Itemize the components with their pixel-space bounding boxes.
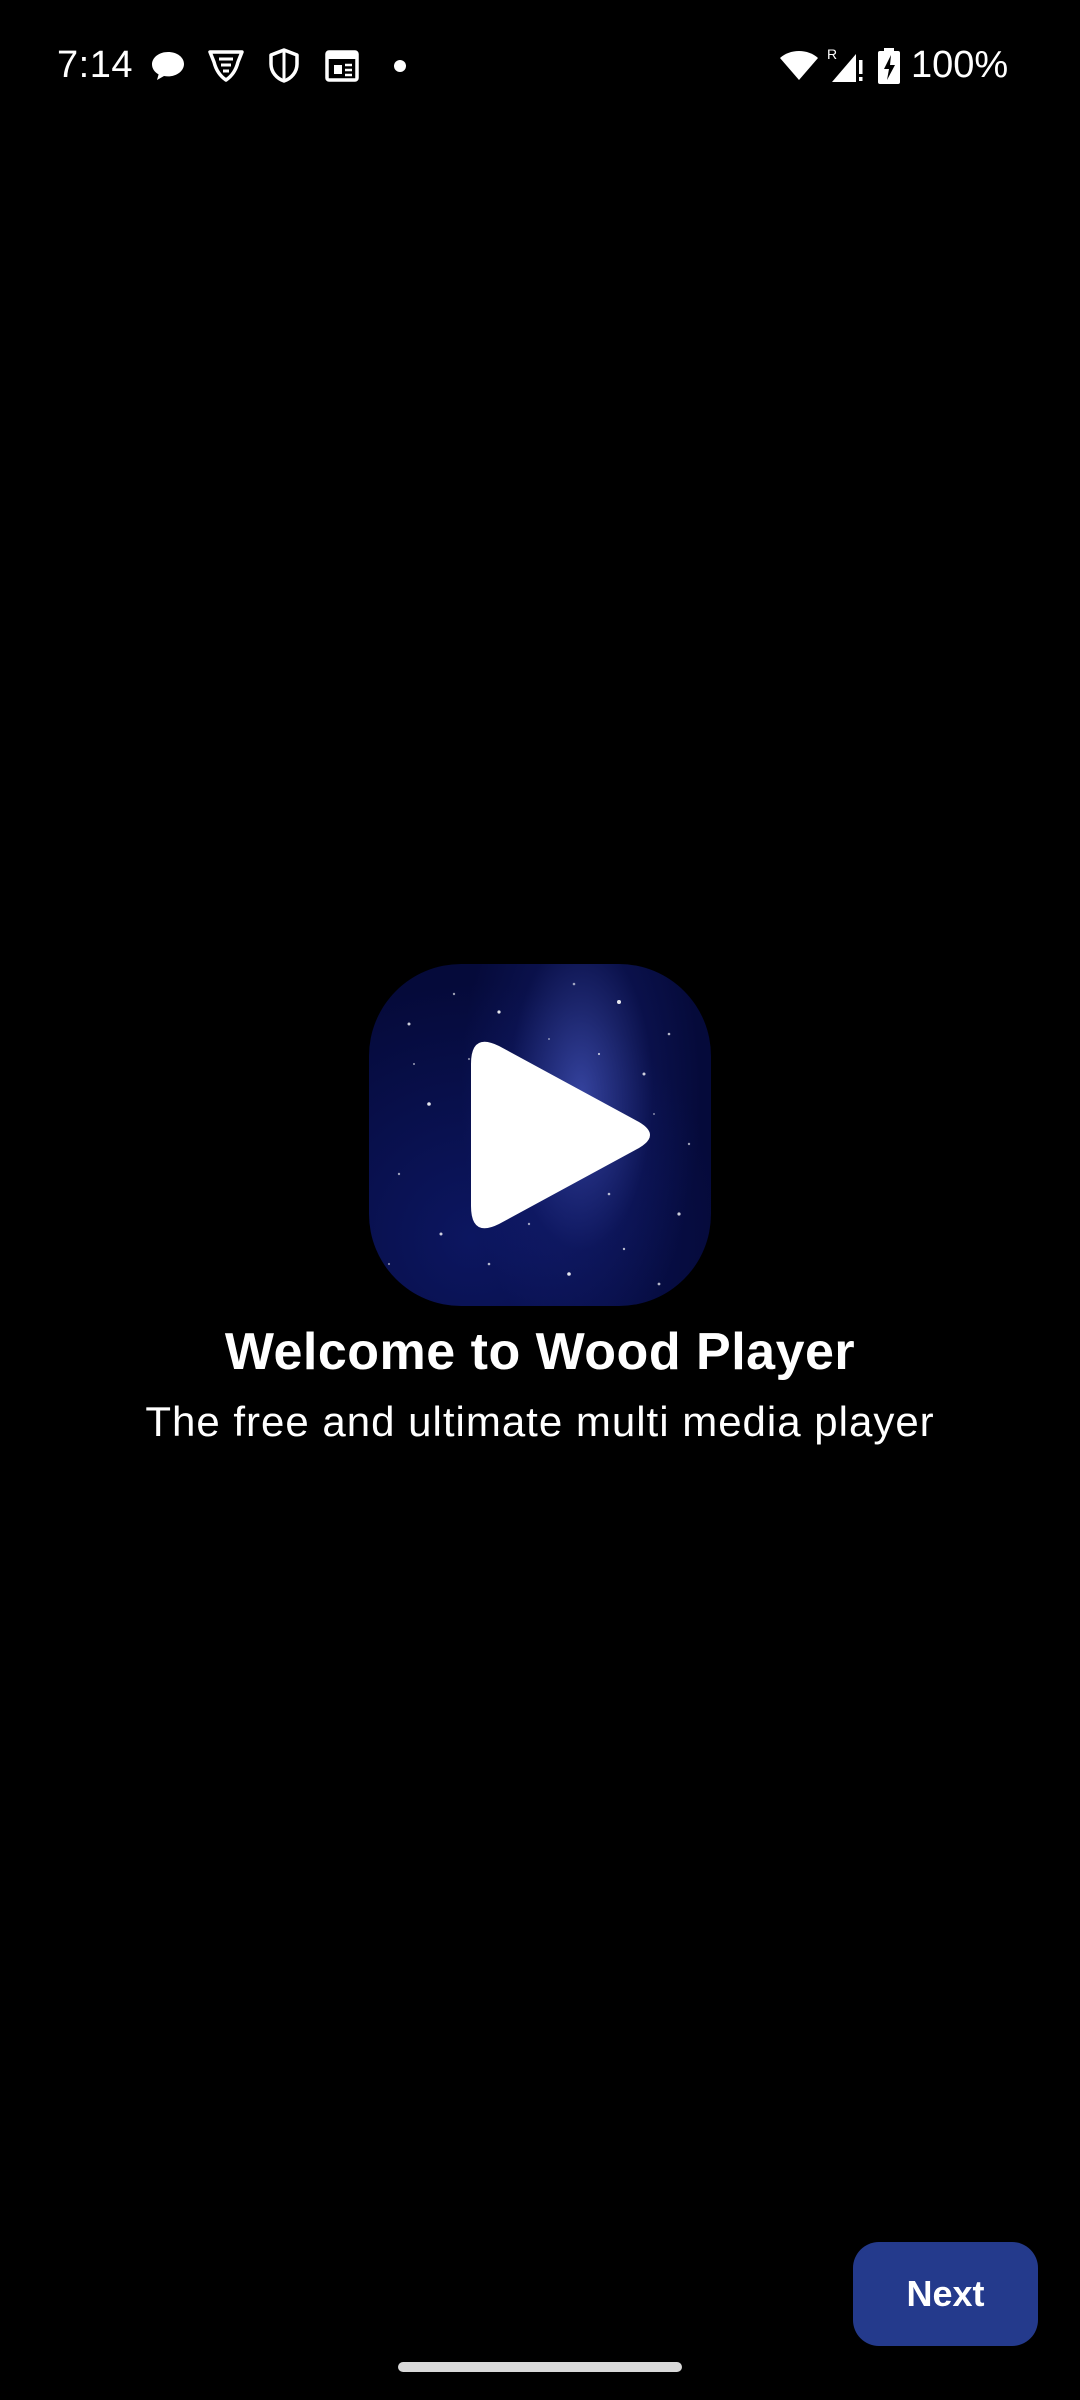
security-shield-icon (264, 46, 304, 86)
app-logo (369, 964, 711, 1306)
status-bar: 7:14 R 100% (0, 0, 1080, 132)
cellular-roaming-icon: R (826, 46, 866, 86)
more-notifications-dot (394, 60, 406, 72)
status-time: 7:14 (57, 44, 133, 86)
battery-charging-icon (876, 46, 902, 86)
battery-percentage: 100% (911, 44, 1009, 86)
next-button[interactable]: Next (853, 2242, 1038, 2346)
svg-text:R: R (827, 46, 837, 62)
welcome-title: Welcome to Wood Player (224, 1323, 856, 1381)
welcome-subtitle: The free and ultimate multi media player (145, 1398, 935, 1445)
gesture-navigation-bar[interactable] (398, 2362, 682, 2372)
calendar-icon (322, 46, 362, 86)
vpn-shield-icon (206, 46, 246, 86)
chat-bubble-icon (148, 46, 188, 86)
wifi-icon (778, 46, 820, 86)
play-icon (471, 1041, 650, 1229)
